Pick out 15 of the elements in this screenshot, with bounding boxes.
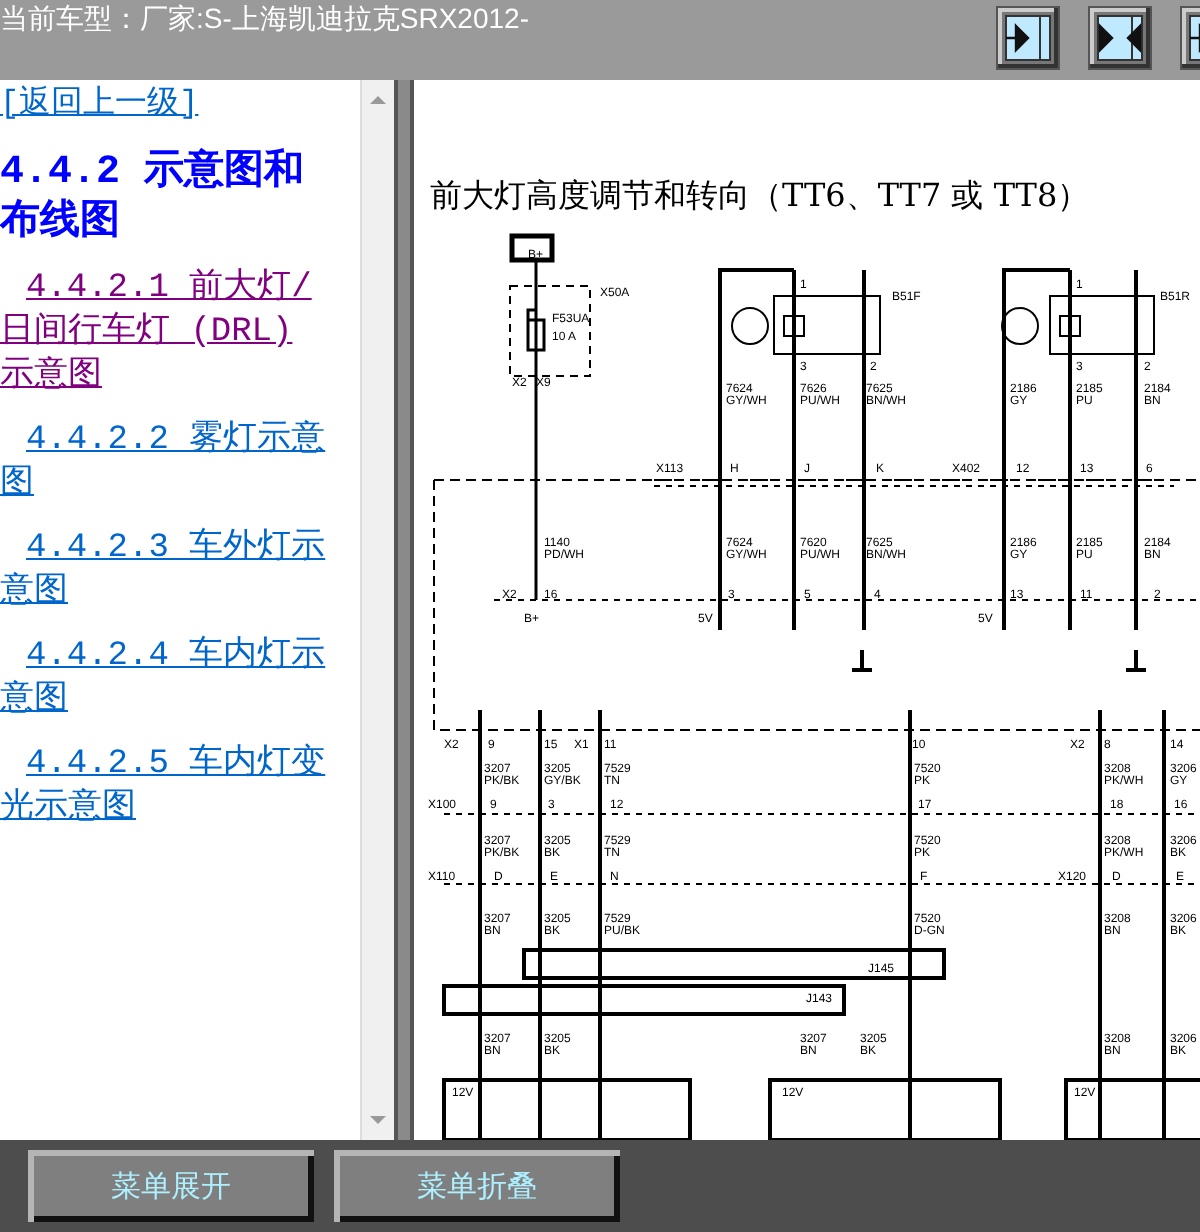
back-link[interactable]: [返回上一级] [0,82,199,124]
toolbar-button[interactable] [1088,6,1152,70]
vehicle-title: 当前车型：厂家:S-上海凯迪拉克SRX2012- [0,0,529,38]
menu-button[interactable]: 菜单折叠 [334,1150,620,1222]
menu-link[interactable]: 4.4.2.1 前大灯/日间行车灯 (DRL) 示意图 [0,268,336,400]
scroll-up-icon [368,92,388,108]
menu-button[interactable]: 菜单展开 [28,1150,314,1222]
menu-link[interactable]: 4.4.2.5 车内灯变光示意图 [0,744,336,832]
toolbar-button[interactable] [996,6,1060,70]
menu-link[interactable]: 4.4.2.3 车外灯示意图 [0,528,336,616]
scroll-down-icon [368,1112,388,1128]
menu-link[interactable]: 4.4.2.2 雾灯示意图 [0,420,336,508]
menu-link[interactable]: 4.4.2.4 车内灯示意图 [0,636,336,724]
diagram-title: 前大灯高度调节和转向（TT6、TT7 或 TT8） [428,176,1092,218]
scroll-bar[interactable] [360,80,394,1140]
